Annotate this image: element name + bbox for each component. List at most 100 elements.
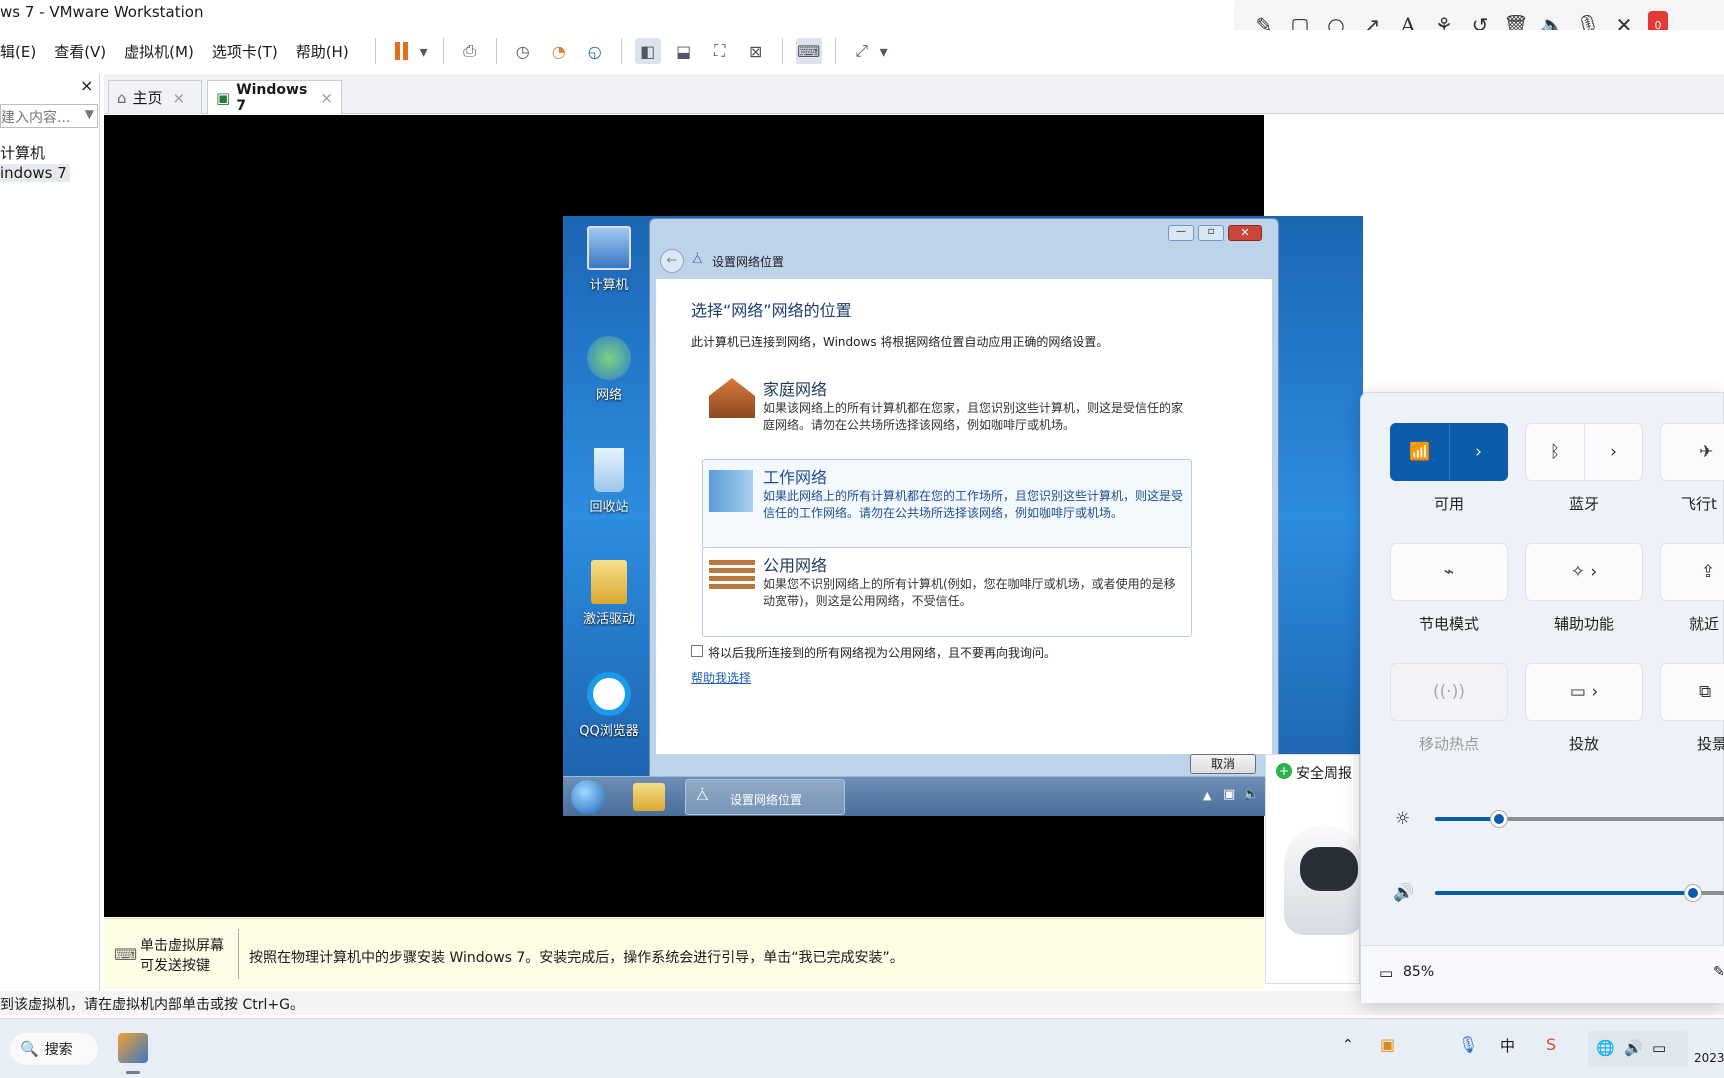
menu-vm[interactable]: 虚拟机(M) bbox=[124, 41, 194, 62]
home-icon: ⌂ bbox=[117, 88, 127, 107]
console-icon[interactable]: ⌨ bbox=[795, 38, 822, 64]
menu-edit[interactable]: 辑(E) bbox=[0, 41, 36, 62]
tree-item-computer[interactable]: 计算机 bbox=[0, 142, 45, 163]
help-link[interactable]: 帮助我选择 bbox=[691, 669, 751, 686]
tray-app-icon[interactable]: ▣ bbox=[1380, 1035, 1395, 1054]
library-search-placeholder: 建入内容... bbox=[1, 110, 71, 126]
network-icon: ⧊ bbox=[696, 788, 709, 804]
chevron-right-icon[interactable]: › bbox=[1583, 424, 1642, 480]
menu-tabs[interactable]: 选项卡(T) bbox=[212, 41, 278, 62]
recycle-bin-icon bbox=[594, 448, 624, 492]
minimize-button[interactable]: — bbox=[1168, 225, 1194, 241]
robot-face bbox=[1300, 847, 1358, 891]
sogou-icon[interactable]: S bbox=[1546, 1035, 1556, 1054]
brightness-fill bbox=[1435, 817, 1499, 821]
menu-view[interactable]: 查看(V) bbox=[54, 41, 106, 62]
desktop-icon-qq-browser[interactable]: QQ浏览器 bbox=[569, 672, 649, 739]
edit-icon[interactable]: ✎ bbox=[1713, 964, 1724, 980]
network-icon: ⧊ bbox=[692, 252, 703, 266]
desktop-icon-driver[interactable]: 激活驱动 bbox=[569, 560, 649, 627]
tree-item-windows7[interactable]: indows 7 bbox=[0, 164, 70, 182]
toolbar-separator bbox=[781, 38, 783, 64]
hotspot-label: 移动热点 bbox=[1418, 735, 1479, 753]
chevron-down-icon[interactable]: ▼ bbox=[85, 107, 94, 121]
cast-toggle[interactable]: ▭ › bbox=[1525, 663, 1643, 721]
maximize-button[interactable]: ▫ bbox=[1198, 225, 1224, 241]
battery-saver-label: 节电模式 bbox=[1418, 615, 1479, 633]
project-label: 投景 bbox=[1697, 735, 1724, 753]
option-home-network[interactable]: 家庭网络 如果该网络上的所有计算机都在您家，且您识别这些计算机，则这是受信任的家… bbox=[702, 371, 1192, 461]
guest-desktop[interactable]: 计算机 网络 回收站 激活驱动 QQ浏览器 — ▫ ✕ ← ⧊ 设置网络位置 选… bbox=[563, 216, 1363, 816]
thumbnail-view-icon[interactable]: ⬓ bbox=[671, 38, 697, 64]
tab-close-icon[interactable]: × bbox=[320, 89, 333, 107]
tray-volume-icon[interactable]: 🔈 bbox=[1243, 787, 1259, 802]
volume-knob[interactable] bbox=[1685, 885, 1702, 901]
tab-close-icon[interactable]: × bbox=[173, 89, 186, 107]
host-taskbar: 🔍 搜索 ⌃ ▣ 🎙 中 S 🌐 🔊 ▭ 2023 bbox=[0, 1018, 1724, 1078]
brightness-icon: ☼ bbox=[1395, 809, 1411, 829]
stretch-icon[interactable]: ⤢ bbox=[849, 38, 875, 64]
tab-windows7[interactable]: ▣ Windows 7 × bbox=[207, 80, 342, 114]
close-button[interactable]: ✕ bbox=[1228, 225, 1262, 241]
clock[interactable]: 2023 bbox=[1694, 1051, 1724, 1065]
search-box[interactable]: 🔍 搜索 bbox=[10, 1033, 98, 1065]
library-search-input[interactable]: 建入内容... ▼ bbox=[0, 104, 98, 128]
option-public-network[interactable]: 公用网络 如果您不识别网络上的所有计算机(例如，您在咖啡厅或机场，或者使用的是移… bbox=[702, 547, 1192, 637]
explorer-icon[interactable] bbox=[633, 783, 665, 811]
keyboard-icon: ⌨ bbox=[114, 945, 138, 964]
ime-icon[interactable]: 中 bbox=[1500, 1035, 1515, 1056]
wifi-toggle[interactable]: 📶 › bbox=[1390, 423, 1508, 481]
microphone-icon[interactable]: 🎙 bbox=[1458, 1035, 1478, 1054]
guest-taskbar: ⧊ 设置网络位置 ▲ ▣ 🔈 bbox=[563, 776, 1363, 816]
snapshot-manager-icon[interactable]: ◵ bbox=[582, 38, 608, 64]
vmware-taskbar-icon[interactable] bbox=[118, 1033, 148, 1063]
desktop-icon-recycle-bin[interactable]: 回收站 bbox=[569, 448, 649, 515]
brightness-slider[interactable] bbox=[1435, 811, 1724, 827]
nearby-share-toggle[interactable]: ⇪ bbox=[1660, 543, 1724, 601]
tab-strip bbox=[104, 74, 1724, 114]
tray-up-arrow-icon[interactable]: ▲ bbox=[1203, 789, 1211, 802]
library-view-icon[interactable]: ◧ bbox=[634, 38, 661, 64]
desktop-icon-computer[interactable]: 计算机 bbox=[569, 226, 649, 293]
snapshot-icon[interactable]: ◷ bbox=[510, 38, 536, 64]
revert-snapshot-icon[interactable]: ◔ bbox=[546, 38, 572, 64]
tray-overflow-icon[interactable]: ⌃ bbox=[1342, 1037, 1354, 1053]
accessibility-toggle[interactable]: ✧ › bbox=[1525, 543, 1643, 601]
project-toggle[interactable]: ⧉ bbox=[1660, 663, 1724, 721]
chevron-down-icon[interactable]: ▾ bbox=[418, 38, 430, 64]
back-button[interactable]: ← bbox=[660, 249, 684, 273]
start-button[interactable] bbox=[571, 780, 605, 814]
robot-mascot-icon bbox=[1284, 825, 1364, 935]
chevron-down-icon[interactable]: ▾ bbox=[878, 38, 890, 64]
unity-icon[interactable]: ⊠ bbox=[743, 38, 769, 64]
desktop-icon-network[interactable]: 网络 bbox=[569, 336, 649, 403]
security-notification[interactable]: + 安全周报 bbox=[1265, 754, 1364, 984]
public-network-checkbox[interactable] bbox=[691, 645, 703, 657]
checkbox-label: 将以后我所连接到的所有网络视为公用网络，且不要再向我询问。 bbox=[708, 646, 1057, 660]
chevron-right-icon[interactable]: › bbox=[1448, 424, 1507, 480]
hint-text: 按照在物理计算机中的步骤安装 Windows 7。安装完成后，操作系统会进行引导… bbox=[249, 950, 904, 966]
office-building-icon bbox=[709, 470, 753, 512]
option-work-network[interactable]: 工作网络 如果此网络上的所有计算机都在您的工作场所，且您识别这些计算机，则这是受… bbox=[702, 459, 1192, 549]
menu-help[interactable]: 帮助(H) bbox=[296, 41, 349, 62]
network-globe-icon: 🌐 bbox=[1596, 1039, 1615, 1057]
hotspot-toggle[interactable]: ((·)) bbox=[1390, 663, 1508, 721]
system-tray-group[interactable]: 🌐 🔊 ▭ bbox=[1588, 1031, 1688, 1067]
send-keys-icon[interactable]: ⎙ bbox=[457, 38, 483, 64]
taskbar-item-network[interactable]: ⧊ 设置网络位置 bbox=[685, 779, 845, 815]
brightness-knob[interactable] bbox=[1490, 811, 1507, 827]
fullscreen-icon[interactable]: ⛶ bbox=[707, 38, 733, 64]
volume-icon[interactable]: 🔊 bbox=[1393, 883, 1414, 903]
volume-slider[interactable] bbox=[1435, 885, 1724, 901]
airplane-toggle[interactable]: ✈ bbox=[1660, 423, 1724, 481]
bluetooth-toggle[interactable]: ᛒ › bbox=[1525, 423, 1643, 481]
tray-network-icon[interactable]: ▣ bbox=[1223, 787, 1235, 802]
battery-saver-toggle[interactable]: ⌁ bbox=[1390, 543, 1508, 601]
tab-home[interactable]: ⌂ 主页 × bbox=[108, 80, 202, 114]
battery-saver-icon: ⌁ bbox=[1443, 562, 1455, 582]
battery-icon: ▭ bbox=[1379, 964, 1394, 982]
library-panel: × bbox=[0, 74, 100, 991]
pause-icon[interactable] bbox=[389, 38, 415, 64]
cancel-button[interactable]: 取消 bbox=[1190, 754, 1256, 774]
library-close-icon[interactable]: × bbox=[80, 76, 93, 95]
